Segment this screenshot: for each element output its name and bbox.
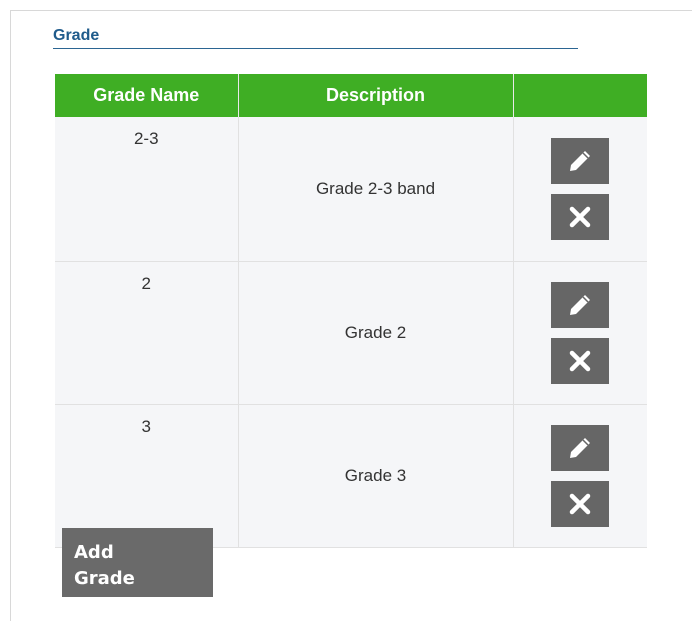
- table-row: 2 Grade 2: [55, 261, 647, 405]
- header-description: Description: [238, 74, 514, 117]
- x-icon: [570, 350, 591, 372]
- pencil-icon: [570, 295, 591, 315]
- edit-button[interactable]: [551, 138, 610, 184]
- section-title: Grade: [53, 26, 578, 49]
- table-row: 2-3 Grade 2-3 band: [55, 117, 647, 262]
- add-grade-button[interactable]: Add Grade: [62, 528, 213, 597]
- delete-button[interactable]: [551, 481, 610, 527]
- pencil-icon: [570, 151, 591, 171]
- row-actions: [513, 117, 647, 262]
- x-icon: [570, 493, 591, 515]
- table-header-row: Grade Name Description: [55, 74, 647, 117]
- grade-description-cell: Grade 3: [238, 404, 514, 548]
- grade-name-cell: 2-3: [55, 117, 239, 262]
- grade-description-cell: Grade 2-3 band: [238, 117, 514, 262]
- header-actions: [513, 74, 647, 117]
- x-icon: [570, 206, 591, 228]
- add-grade-label-line2: Grade: [74, 568, 135, 589]
- grade-name-cell: 2: [55, 261, 239, 405]
- delete-button[interactable]: [551, 338, 610, 384]
- edit-button[interactable]: [551, 282, 610, 328]
- pencil-icon: [570, 438, 591, 458]
- row-actions: [513, 261, 647, 405]
- header-grade-name: Grade Name: [55, 74, 239, 117]
- delete-button[interactable]: [551, 194, 610, 240]
- edit-button[interactable]: [551, 425, 610, 471]
- grade-description-cell: Grade 2: [238, 261, 514, 405]
- add-grade-label-line1: Add: [74, 542, 114, 563]
- row-actions: [513, 404, 647, 548]
- table-row: 3 Grade 3: [55, 404, 647, 548]
- grade-name-cell: 3: [55, 404, 239, 548]
- grade-table: Grade Name Description 2-3 Grade 2-3 ban…: [55, 74, 647, 548]
